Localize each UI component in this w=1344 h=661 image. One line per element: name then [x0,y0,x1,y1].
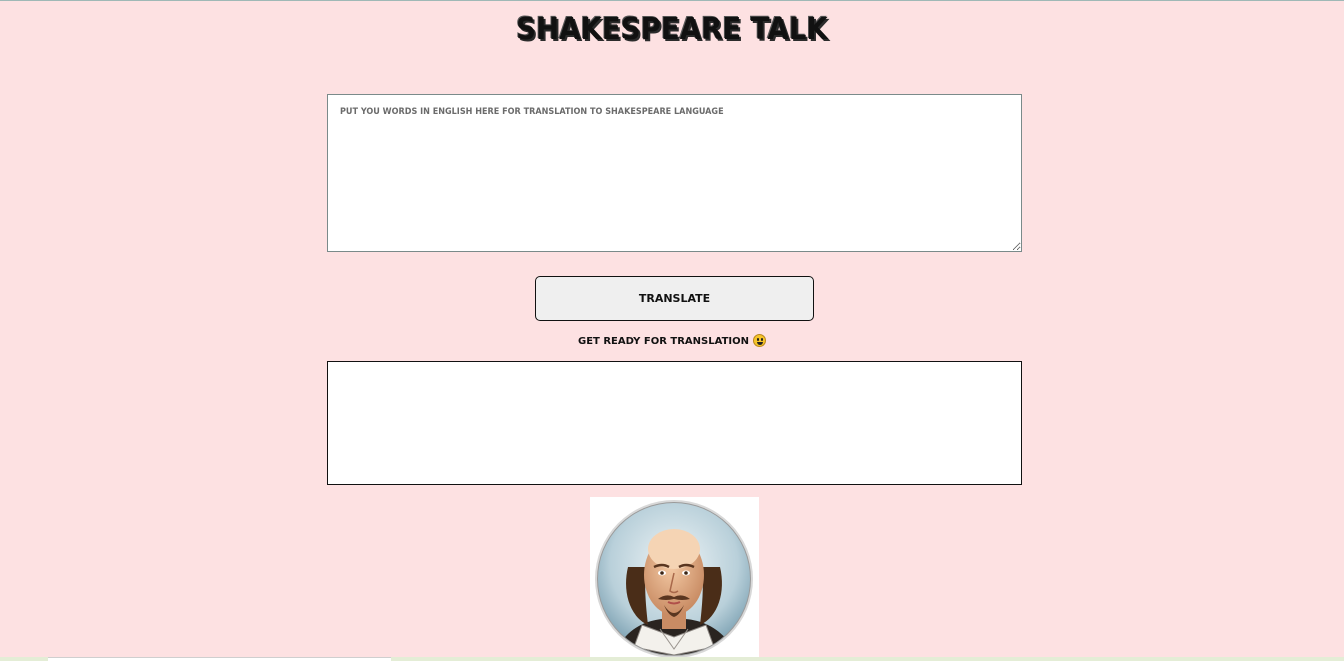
top-border [0,0,1344,1]
english-input-textarea[interactable] [327,94,1022,252]
horizontal-scrollbar[interactable] [48,657,391,661]
translation-output [327,361,1022,485]
app-root: Shakespeare Talk Translate Get ready for… [0,0,1344,661]
page-title: Shakespeare Talk [516,12,828,47]
status-message: Get ready for translation [0,334,1344,347]
status-text: Get ready for translation [577,336,749,347]
shakespeare-portrait-image [590,497,759,661]
smiley-face-icon [753,334,766,347]
translate-button[interactable]: Translate [535,276,814,321]
